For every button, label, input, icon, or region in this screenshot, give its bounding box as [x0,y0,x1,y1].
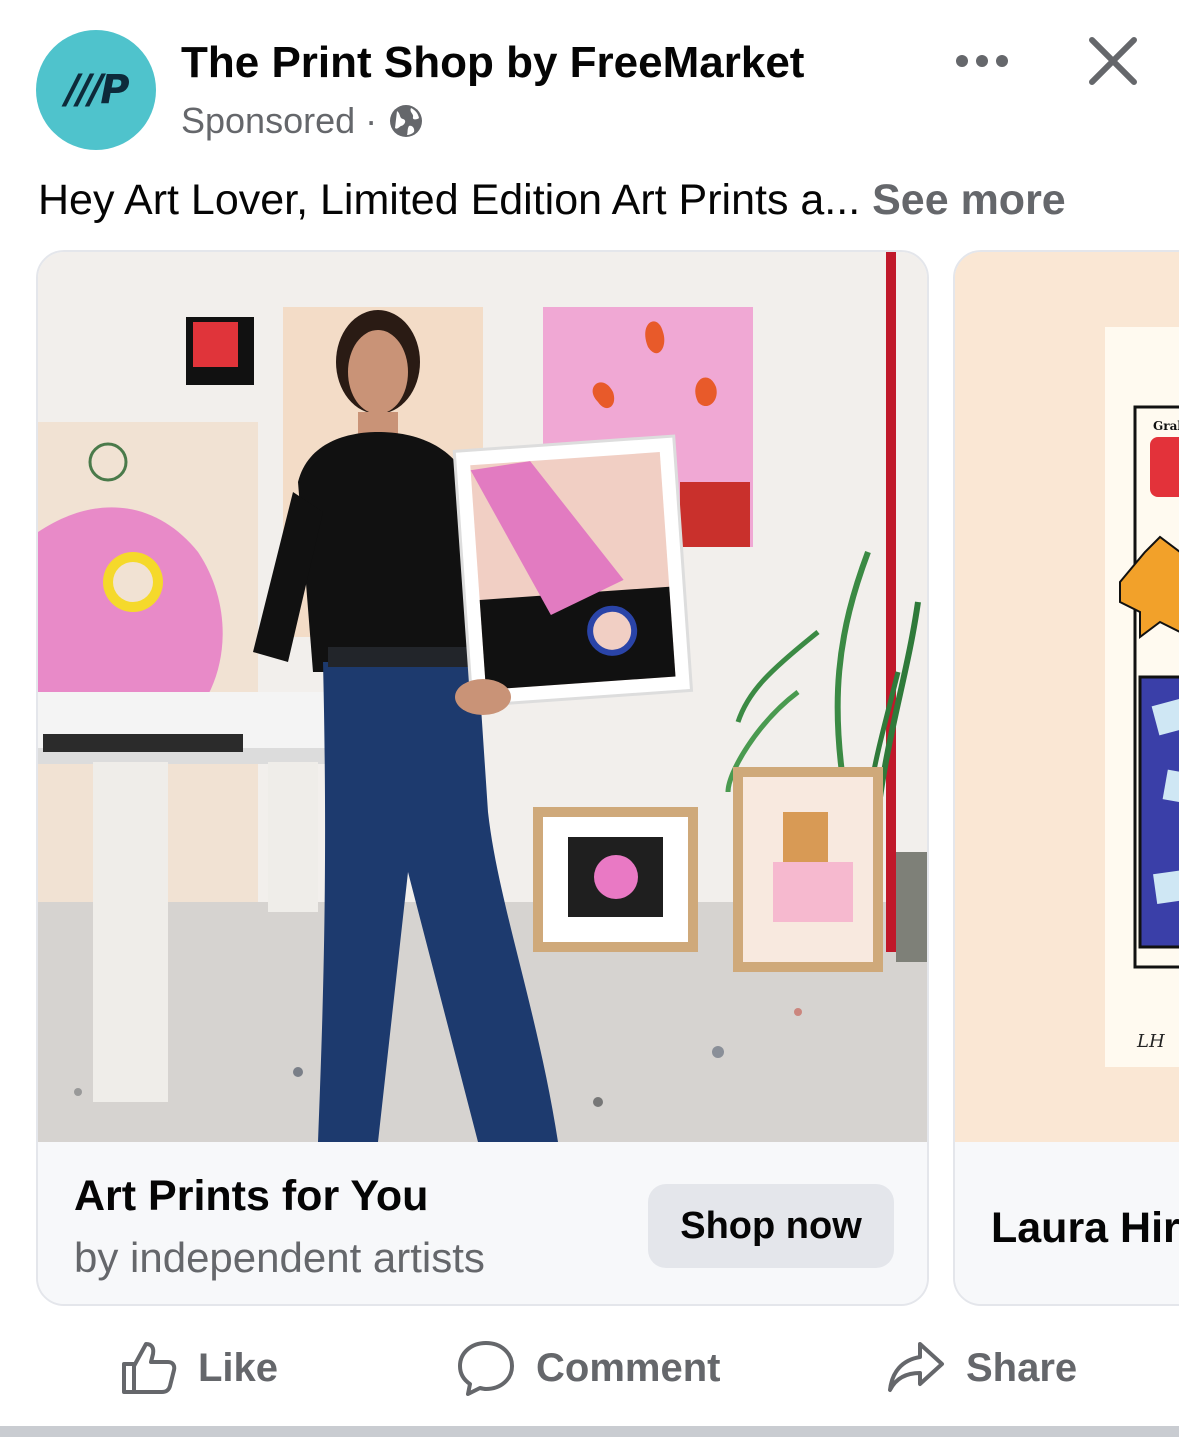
close-button[interactable] [1084,32,1142,90]
carousel-card[interactable]: Art Prints for You by independent artist… [36,250,929,1306]
page-name-link[interactable]: The Print Shop by FreeMarket [181,38,804,88]
card-subtitle: by independent artists [74,1234,485,1281]
card-title: Art Prints for You [74,1172,429,1220]
comment-label: Comment [536,1345,721,1390]
comment-button[interactable]: Comment [456,1336,720,1400]
comment-bubble-icon [458,1341,514,1396]
card-title: Laura Hir [991,1204,1179,1252]
share-button[interactable]: Share [886,1336,1077,1400]
card-footer: Art Prints for You by independent artist… [38,1142,927,1304]
caption-text: Hey Art Lover, Limited Edition Art Print… [38,176,861,224]
carousel-card[interactable]: Grab LH Laura Hir [953,250,1179,1306]
more-options-button[interactable] [950,38,1014,84]
ad-carousel[interactable]: Art Prints for You by independent artist… [0,250,1179,1308]
like-label: Like [198,1345,279,1390]
close-icon [1089,37,1137,85]
card-image[interactable] [38,252,927,1142]
card-image[interactable]: Grab LH [955,252,1179,1142]
see-more-link[interactable]: See more [872,176,1066,224]
like-button[interactable]: Like [118,1336,278,1400]
poster-header-text: Grab [1153,419,1179,433]
share-arrow-icon [888,1342,944,1392]
sponsored-label[interactable]: Sponsored [181,100,355,142]
globe-icon [387,102,425,140]
post-header: ///P The Print Shop by FreeMarket Sponso… [0,0,1179,170]
share-label: Share [966,1345,1078,1390]
poster-photo: Grab LH [955,252,1179,1142]
card-footer: Laura Hir [955,1142,1179,1304]
more-dots-icon [956,55,1008,67]
thumbs-up-icon [122,1342,177,1394]
shop-now-button[interactable]: Shop now [648,1184,894,1268]
post-action-bar: Like Comment Share [0,1318,1179,1418]
meta-separator: · [365,100,378,141]
page-logo: ///P [65,67,129,113]
post-caption: Hey Art Lover, Limited Edition Art Print… [38,176,1066,225]
poster-signature: LH [1136,1031,1165,1052]
post-meta: Sponsored · [181,100,425,142]
studio-photo [38,252,927,1142]
feed-divider [0,1426,1179,1437]
page-avatar[interactable]: ///P [36,30,156,150]
